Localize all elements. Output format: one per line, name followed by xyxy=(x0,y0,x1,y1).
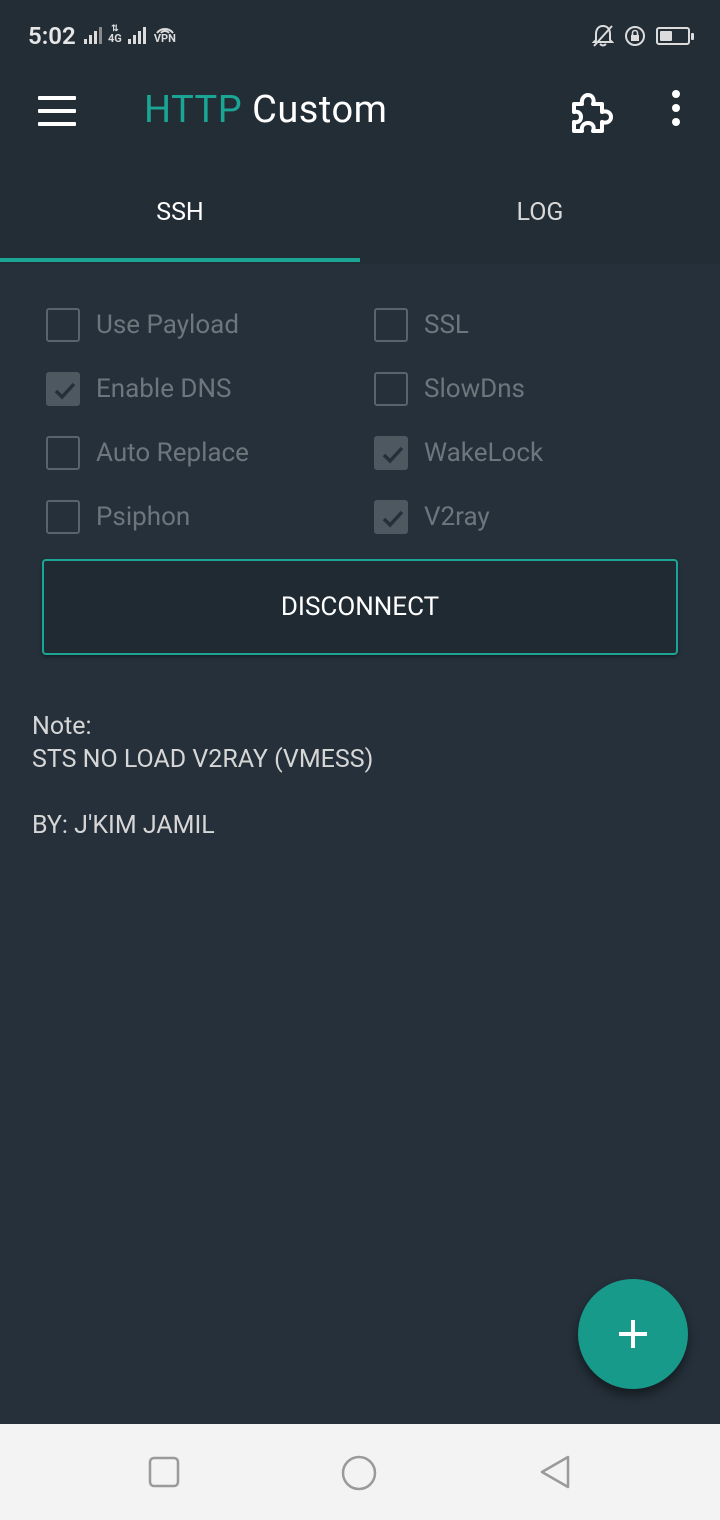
puzzle-icon[interactable] xyxy=(568,90,614,136)
ssl-label: SSL xyxy=(424,310,469,340)
enable-dns-checkbox[interactable] xyxy=(46,372,80,406)
network-type-icon: ⇅ 4G xyxy=(108,24,122,45)
psiphon-checkbox[interactable] xyxy=(46,500,80,534)
wakelock-checkbox[interactable] xyxy=(374,436,408,470)
status-bar: 5:02 ⇅ 4G VPN xyxy=(0,0,720,70)
status-right-icons xyxy=(592,24,694,48)
option-slowdns[interactable]: SlowDns xyxy=(374,372,525,406)
signal-bars-icon xyxy=(84,24,102,44)
more-options-icon[interactable] xyxy=(664,90,688,134)
tab-bar: SSH LOG xyxy=(0,160,720,264)
rotation-lock-icon xyxy=(625,26,645,46)
menu-icon[interactable] xyxy=(38,96,76,126)
ssl-checkbox[interactable] xyxy=(374,308,408,342)
vpn-icon: VPN xyxy=(154,24,176,44)
option-use-payload[interactable]: Use Payload xyxy=(46,308,239,342)
slowdns-label: SlowDns xyxy=(424,374,525,404)
checkmark-icon xyxy=(382,446,404,464)
v2ray-checkbox[interactable] xyxy=(374,500,408,534)
note-line-2: BY: J'KIM JAMIL xyxy=(32,811,215,840)
battery-icon xyxy=(656,27,694,45)
note-heading: Note: xyxy=(32,712,92,741)
use-payload-checkbox[interactable] xyxy=(46,308,80,342)
checkmark-icon xyxy=(382,510,404,528)
use-payload-label: Use Payload xyxy=(96,310,239,340)
psiphon-label: Psiphon xyxy=(96,502,191,532)
system-nav-bar xyxy=(0,1424,720,1520)
back-triangle-icon[interactable] xyxy=(538,1454,574,1494)
tab-indicator xyxy=(0,258,360,262)
option-auto-replace[interactable]: Auto Replace xyxy=(46,436,249,470)
option-v2ray[interactable]: V2ray xyxy=(374,500,490,534)
option-wakelock[interactable]: WakeLock xyxy=(374,436,543,470)
add-fab-button[interactable] xyxy=(578,1279,688,1389)
v2ray-label: V2ray xyxy=(424,502,490,532)
option-enable-dns[interactable]: Enable DNS xyxy=(46,372,231,406)
checkmark-icon xyxy=(54,382,76,400)
app-title-rest: Custom xyxy=(252,88,388,132)
slowdns-checkbox[interactable] xyxy=(374,372,408,406)
auto-replace-label: Auto Replace xyxy=(96,438,249,468)
signal-bars-2-icon xyxy=(127,24,146,44)
option-psiphon[interactable]: Psiphon xyxy=(46,500,190,534)
disconnect-button[interactable]: DISCONNECT xyxy=(42,559,678,655)
tab-ssh[interactable]: SSH xyxy=(0,160,360,264)
enable-dns-label: Enable DNS xyxy=(96,374,232,404)
wakelock-label: WakeLock xyxy=(424,438,544,468)
status-time: 5:02 xyxy=(28,22,76,50)
app-title: HTTP Custom xyxy=(144,88,387,132)
status-left-icons: ⇅ 4G VPN xyxy=(84,24,176,44)
home-circle-icon[interactable] xyxy=(340,1454,378,1496)
note-line-1: STS NO LOAD V2RAY (VMESS) xyxy=(32,745,374,774)
recents-square-icon[interactable] xyxy=(148,1456,180,1492)
app-title-accent: HTTP xyxy=(144,88,243,132)
bell-muted-icon xyxy=(592,24,614,47)
auto-replace-checkbox[interactable] xyxy=(46,436,80,470)
tab-log[interactable]: LOG xyxy=(360,160,720,264)
app-bar: HTTP Custom xyxy=(0,70,720,160)
note-text: Note: STS NO LOAD V2RAY (VMESS) BY: J'KI… xyxy=(32,710,373,842)
option-ssl[interactable]: SSL xyxy=(374,308,469,342)
